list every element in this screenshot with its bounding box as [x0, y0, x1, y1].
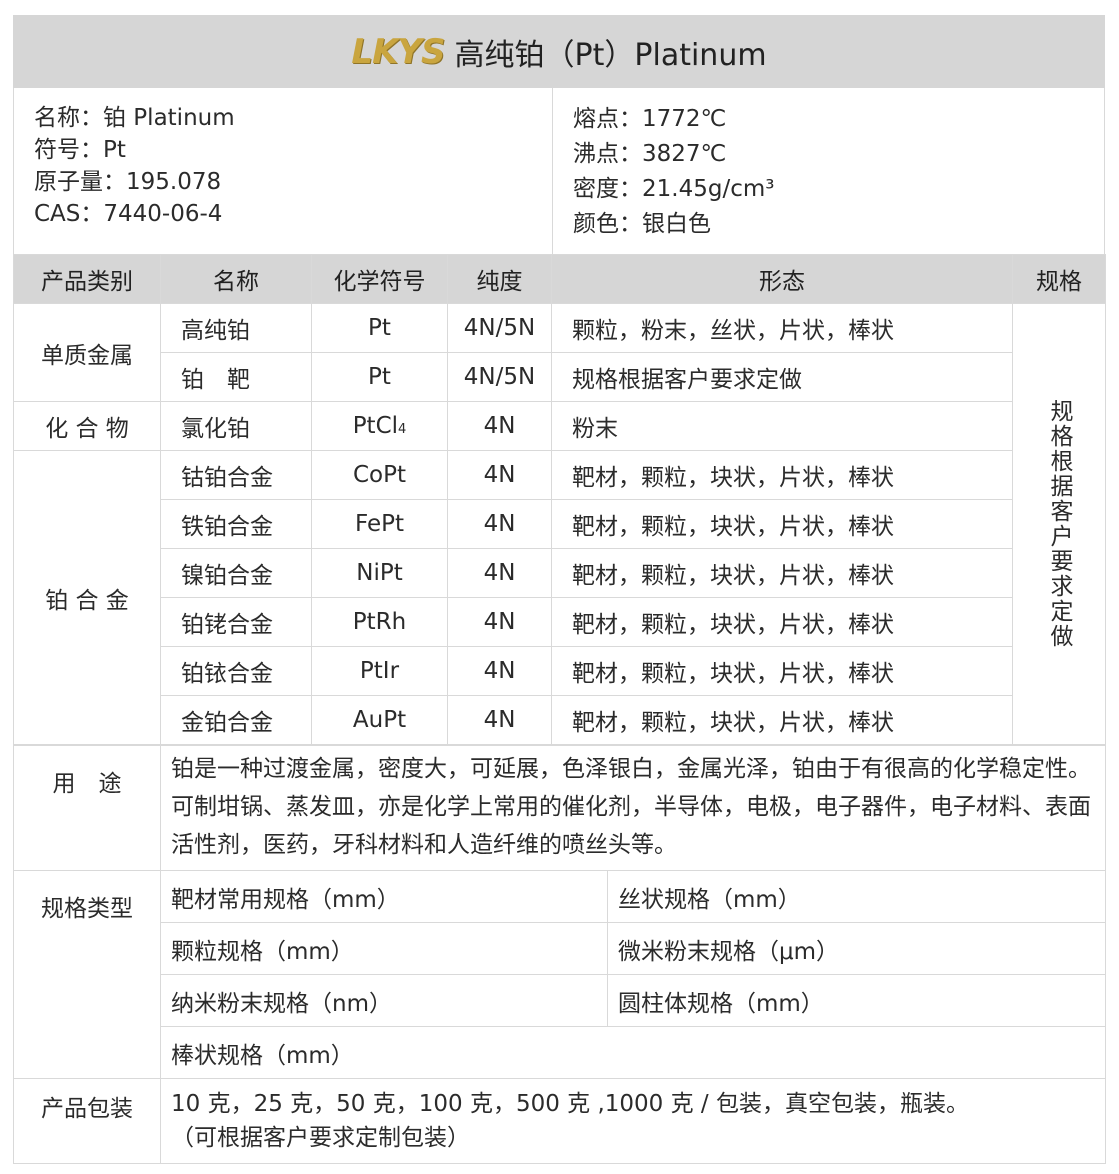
cell-name: 高纯铂 [160, 303, 312, 353]
cell-purity: 4N [447, 548, 552, 598]
symbol-subscript: 4 [398, 422, 407, 437]
table-row: 化 合 物 氯化铂 PtCl4 4N 粉末 [13, 401, 1106, 451]
packaging-line: 10 克，25 克，50 克，100 克，500 克 ,1000 克 / 包装，… [171, 1091, 969, 1117]
title-bar: LKYS 高纯铂（Pt）Platinum [13, 15, 1105, 88]
usage-text: 铂是一种过渡金属，密度大，可延展，色泽银白，金属光泽，铂由于有很高的化学稳定性。… [160, 745, 1106, 871]
cell-name: 金铂合金 [160, 695, 312, 745]
header-spec: 规格 [1012, 254, 1106, 304]
packaging-text: 10 克，25 克，50 克，100 克，500 克 ,1000 克 / 包装，… [160, 1078, 1106, 1164]
cell-form: 颗粒，粉末，丝状，片状，棒状 [551, 303, 1013, 353]
spec-type-row: 规格类型 靶材常用规格（mm） 丝状规格（mm） [13, 870, 1106, 1079]
property-color: 颜色：银白色 [573, 211, 711, 237]
spec-type-row: 纳米粉末规格（nm） 圆柱体规格（mm） [14, 974, 1106, 1027]
property-density: 密度：21.45g/cm³ [573, 176, 775, 202]
cell-purity: 4N/5N [447, 303, 552, 353]
cell-name: 铂铱合金 [160, 646, 312, 696]
table-row: 铂 靶 Pt 4N/5N 规格根据客户要求定做 [14, 352, 1106, 402]
spec-type-item: 圆柱体规格（mm） [607, 974, 1106, 1027]
cell-name: 铂 靶 [160, 352, 312, 402]
cell-purity: 4N [447, 597, 552, 647]
packaging-row: 产品包装 10 克，25 克，50 克，100 克，500 克 ,1000 克 … [13, 1078, 1106, 1164]
cell-form: 规格根据客户要求定做 [551, 352, 1013, 402]
cell-form: 粉末 [551, 401, 1013, 451]
spec-types-label: 规格类型 [13, 870, 161, 1079]
cell-symbol: PtCl4 [311, 401, 448, 451]
header-form: 形态 [551, 254, 1013, 304]
cell-form: 靶材，颗粒，块状，片状，棒状 [551, 597, 1013, 647]
spec-type-row: 棒状规格（mm） [14, 1026, 1106, 1079]
cell-symbol: Pt [311, 352, 448, 402]
header-category: 产品类别 [13, 254, 161, 304]
properties-panel: 名称：铂 Platinum 符号：Pt 原子量：195.078 CAS：7440… [13, 88, 1105, 254]
cell-form: 靶材，颗粒，块状，片状，棒状 [551, 646, 1013, 696]
cell-name: 铁铂合金 [160, 499, 312, 549]
cell-name: 铂铑合金 [160, 597, 312, 647]
property-melting-point: 熔点：1772℃ [573, 106, 727, 132]
spec-type-item: 颗粒规格（mm） [160, 922, 608, 975]
header-symbol: 化学符号 [311, 254, 448, 304]
spec-type-item: 丝状规格（mm） [607, 870, 1106, 923]
cell-purity: 4N [447, 695, 552, 745]
cell-form: 靶材，颗粒，块状，片状，棒状 [551, 499, 1013, 549]
spec-type-item: 纳米粉末规格（nm） [160, 974, 608, 1027]
cell-symbol: NiPt [311, 548, 448, 598]
usage-row: 用 途 铂是一种过渡金属，密度大，可延展，色泽银白，金属光泽，铂由于有很高的化学… [13, 745, 1106, 871]
cell-form: 靶材，颗粒，块状，片状，棒状 [551, 450, 1013, 500]
page-title: 高纯铂（Pt）Platinum [454, 37, 767, 73]
spec-note: 规格根据客户要求定做 [1012, 303, 1106, 745]
property-boiling-point: 沸点：3827℃ [573, 141, 727, 167]
cell-symbol: AuPt [311, 695, 448, 745]
property-name: 名称：铂 Platinum [34, 105, 235, 131]
cell-symbol: Pt [311, 303, 448, 353]
cell-symbol: FePt [311, 499, 448, 549]
cell-purity: 4N/5N [447, 352, 552, 402]
property-atomic-weight: 原子量：195.078 [34, 169, 222, 195]
spec-type-item: 靶材常用规格（mm） [160, 870, 608, 923]
table-row: 镍铂合金 NiPt 4N 靶材，颗粒，块状，片状，棒状 [14, 548, 1106, 598]
cell-name: 氯化铂 [160, 401, 312, 451]
cell-name: 钴铂合金 [160, 450, 312, 500]
cell-symbol: PtRh [311, 597, 448, 647]
table-row: 铂 合 金 钴铂合金 CoPt 4N 靶材，颗粒，块状，片状，棒状 [13, 450, 1106, 745]
property-symbol: 符号：Pt [34, 137, 126, 163]
product-sheet: LKYS 高纯铂（Pt）Platinum 名称：铂 Platinum 符号：Pt… [13, 15, 1106, 1164]
product-table: 产品类别 名称 化学符号 纯度 形态 规格 单质金属 高纯铂 Pt 4N/5N … [13, 254, 1106, 745]
spec-type-item: 微米粉末规格（μm） [607, 922, 1106, 975]
table-row: 铂铑合金 PtRh 4N 靶材，颗粒，块状，片状，棒状 [14, 597, 1106, 647]
packaging-note: （可根据客户要求定制包装） [171, 1125, 470, 1151]
group-platinum-alloy: 铂 合 金 [13, 450, 161, 745]
header-name: 名称 [160, 254, 312, 304]
table-row: 铂铱合金 PtIr 4N 靶材，颗粒，块状，片状，棒状 [14, 646, 1106, 696]
usage-label: 用 途 [13, 745, 161, 871]
cell-purity: 4N [447, 401, 552, 451]
cell-name: 镍铂合金 [160, 548, 312, 598]
properties-left: 名称：铂 Platinum 符号：Pt 原子量：195.078 CAS：7440… [14, 88, 553, 254]
details-table: 用 途 铂是一种过渡金属，密度大，可延展，色泽银白，金属光泽，铂由于有很高的化学… [13, 745, 1106, 1164]
table-header-row: 产品类别 名称 化学符号 纯度 形态 规格 [13, 254, 1106, 304]
cell-form: 靶材，颗粒，块状，片状，棒状 [551, 695, 1013, 745]
cell-purity: 4N [447, 646, 552, 696]
cell-purity: 4N [447, 450, 552, 500]
packaging-label: 产品包装 [13, 1078, 161, 1164]
cell-form: 靶材，颗粒，块状，片状，棒状 [551, 548, 1013, 598]
header-purity: 纯度 [447, 254, 552, 304]
property-cas: CAS：7440-06-4 [34, 201, 223, 227]
group-compound: 化 合 物 [13, 401, 161, 451]
cell-symbol: PtIr [311, 646, 448, 696]
spec-type-row: 颗粒规格（mm） 微米粉末规格（μm） [14, 922, 1106, 975]
symbol-text: PtCl [352, 413, 399, 439]
lkys-logo: LKYS [351, 31, 445, 72]
cell-symbol: CoPt [311, 450, 448, 500]
table-row: 铁铂合金 FePt 4N 靶材，颗粒，块状，片状，棒状 [14, 499, 1106, 549]
group-elemental-metal: 单质金属 [13, 303, 161, 402]
table-row: 金铂合金 AuPt 4N 靶材，颗粒，块状，片状，棒状 [14, 695, 1106, 745]
properties-right: 熔点：1772℃ 沸点：3827℃ 密度：21.45g/cm³ 颜色：银白色 [553, 88, 774, 254]
table-row: 单质金属 高纯铂 Pt 4N/5N 颗粒，粉末，丝状，片状，棒状 规格根据客户要… [13, 303, 1106, 745]
cell-purity: 4N [447, 499, 552, 549]
spec-type-item: 棒状规格（mm） [160, 1026, 1106, 1079]
